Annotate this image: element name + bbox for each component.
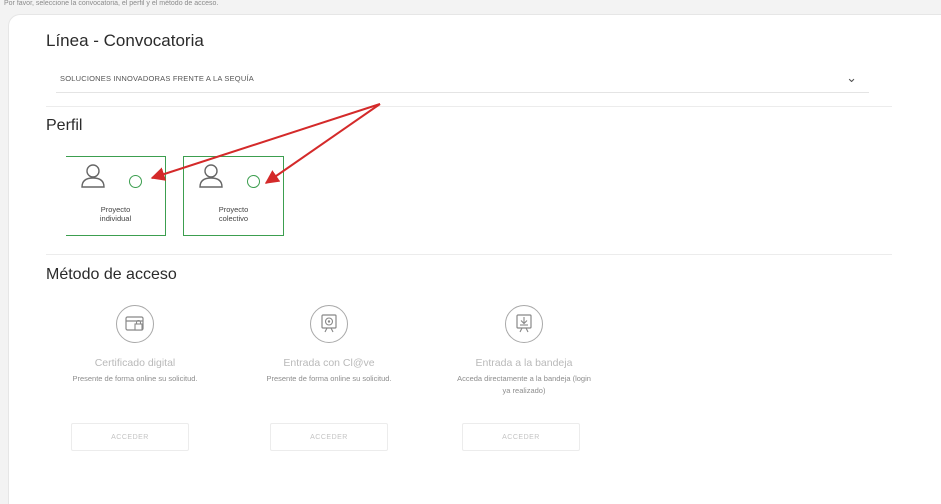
- acceder-certificado-button[interactable]: ACCEDER: [71, 423, 189, 451]
- access-option-clave: Entrada con Cl@ve Presente de forma onli…: [244, 305, 414, 385]
- person-icon: [199, 164, 223, 188]
- acceder-bandeja-button[interactable]: ACCEDER: [462, 423, 580, 451]
- instruction-note: Por favor, seleccione la convocatoria, e…: [4, 0, 219, 7]
- access-description: Presente de forma online su solicitud.: [266, 374, 392, 383]
- tray-icon: [505, 305, 543, 343]
- profile-option-individual[interactable]: Proyecto individual: [66, 156, 166, 236]
- profile-label: Proyecto individual: [99, 205, 132, 223]
- radio-button[interactable]: [129, 175, 142, 188]
- radio-button[interactable]: [247, 175, 260, 188]
- access-option-bandeja: Entrada a la bandeja Acceda directamente…: [439, 305, 609, 397]
- acceder-clave-button[interactable]: ACCEDER: [270, 423, 388, 451]
- access-title: Entrada a la bandeja: [475, 357, 573, 369]
- profile-option-colectivo[interactable]: Proyecto colectivo: [183, 156, 284, 236]
- chevron-down-icon[interactable]: ⌄: [846, 70, 857, 86]
- access-option-certificado: Certificado digital Presente de forma on…: [50, 305, 220, 385]
- access-description: Presente de forma online su solicitud.: [72, 374, 198, 383]
- access-description: Acceda directamente a la bandeja (login …: [457, 374, 591, 395]
- section-divider: [46, 254, 892, 255]
- profile-label: Proyecto colectivo: [218, 205, 249, 223]
- section-divider: [46, 106, 892, 107]
- linea-convocatoria-heading: Línea - Convocatoria: [46, 31, 204, 50]
- person-icon: [81, 164, 105, 188]
- access-title: Certificado digital: [94, 357, 176, 369]
- metodo-acceso-heading: Método de acceso: [46, 266, 177, 283]
- perfil-heading: Perfil: [46, 117, 83, 134]
- access-title: Entrada con Cl@ve: [283, 357, 375, 369]
- certificate-icon: [116, 305, 154, 343]
- convocatoria-selected-value: SOLUCIONES INNOVADORAS FRENTE A LA SEQUÍ…: [60, 74, 254, 83]
- convocatoria-select[interactable]: SOLUCIONES INNOVADORAS FRENTE A LA SEQUÍ…: [56, 65, 869, 93]
- clave-icon: [310, 305, 348, 343]
